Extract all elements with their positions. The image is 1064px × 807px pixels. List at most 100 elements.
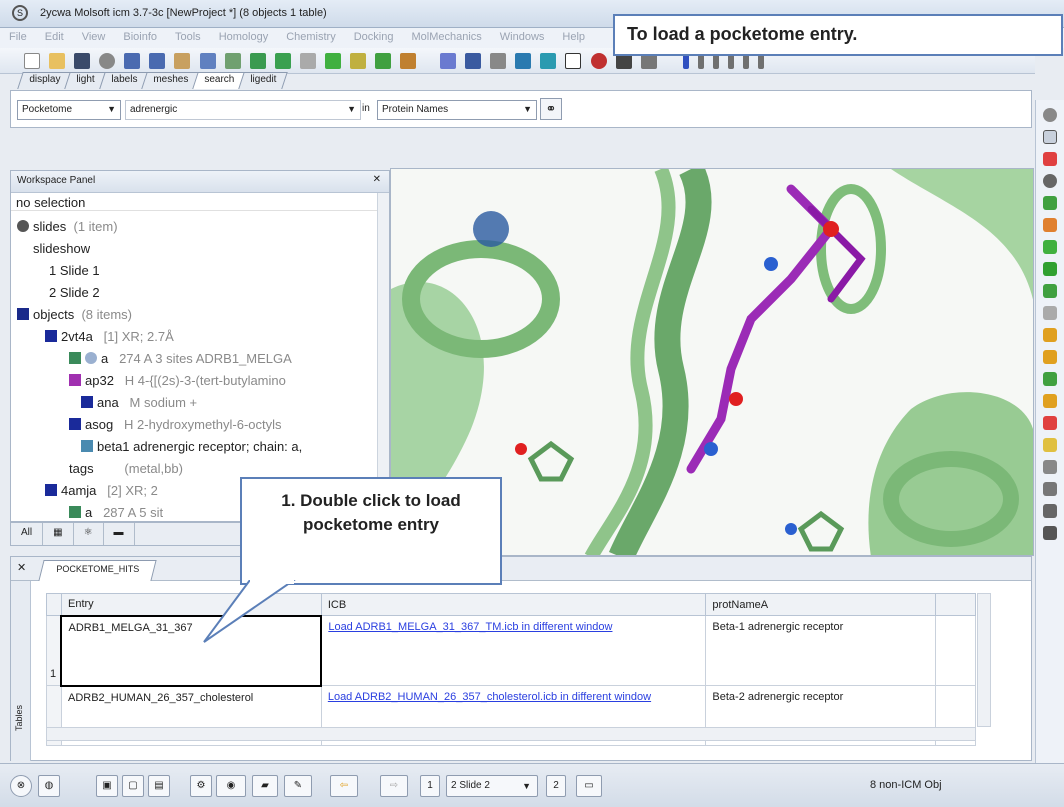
record-icon[interactable] (590, 53, 607, 69)
tree-slides[interactable]: slides (1 item) (17, 219, 118, 234)
settings-icon[interactable] (99, 53, 116, 69)
video-icon[interactable]: ▰ (252, 775, 278, 797)
menu-docking[interactable]: Docking (345, 28, 403, 46)
undo-icon[interactable] (124, 53, 141, 69)
compare-icon[interactable] (400, 53, 416, 69)
load-icb-link[interactable]: Load ADRB1_MELGA_31_367_TM.icb in differ… (328, 621, 612, 633)
table-icon[interactable]: ▤ (148, 775, 170, 797)
move-icon[interactable] (1043, 152, 1057, 166)
tree-chain-a-2[interactable]: a 287 A 5 sit (69, 505, 163, 520)
menu-chemistry[interactable]: Chemistry (277, 28, 345, 46)
r-icon[interactable] (299, 53, 316, 69)
screen-icon[interactable] (465, 53, 482, 69)
find-icon[interactable] (174, 53, 191, 69)
hand-icon[interactable] (1043, 526, 1057, 540)
new-file-icon[interactable] (24, 53, 41, 69)
search-input[interactable]: adrenergic ▼ (125, 100, 361, 120)
tree-slide-2[interactable]: 2 Slide 2 (49, 285, 100, 300)
tool-icon[interactable] (1043, 460, 1057, 474)
close-icon[interactable]: ✕ (17, 561, 26, 574)
slide-prev-button[interactable]: 1 (420, 775, 440, 797)
color-icon[interactable] (1043, 218, 1057, 232)
close-icon[interactable]: ✕ (373, 174, 381, 185)
slide-select[interactable]: 2 Slide 2 ▼ (446, 775, 538, 797)
clash-icon[interactable] (1043, 416, 1057, 430)
column-header-icb[interactable]: ICB (320, 593, 707, 616)
table-icon[interactable] (515, 53, 532, 69)
menu-view[interactable]: View (73, 28, 115, 46)
tree-object-4amja[interactable]: 4amja [2] XR; 2 (45, 483, 158, 498)
glasses-icon[interactable] (490, 53, 507, 69)
angle-icon[interactable] (1043, 350, 1057, 364)
lock-icon[interactable] (1043, 438, 1057, 452)
tree-objects[interactable]: objects (8 items) (17, 307, 132, 322)
tab-tables-icon[interactable]: ▦ (43, 523, 74, 545)
slide-next-button[interactable]: 2 (546, 775, 566, 797)
sort-icon[interactable] (1043, 482, 1057, 496)
chain-icon[interactable] (349, 53, 366, 69)
tree-metal-ana[interactable]: ana M sodium + (81, 395, 197, 410)
filter-icon[interactable] (1043, 504, 1057, 518)
torsion-icon[interactable] (1043, 372, 1057, 386)
surface-icon[interactable] (1043, 262, 1057, 276)
menu-bioinfo[interactable]: Bioinfo (114, 28, 166, 46)
redo-icon[interactable] (149, 53, 166, 69)
camera-icon[interactable]: ◉ (216, 775, 246, 797)
fbg-icon[interactable] (440, 53, 457, 69)
pen-icon[interactable]: ✎ (284, 775, 312, 797)
tree-description[interactable]: beta1 adrenergic receptor; chain: a, (81, 439, 375, 454)
save-icon[interactable] (74, 53, 91, 69)
gear-icon[interactable] (1043, 108, 1057, 122)
horizontal-scrollbar[interactable] (46, 727, 976, 741)
zoom-molecule-icon[interactable] (274, 53, 291, 69)
stop-icon[interactable]: ⊗ (10, 775, 32, 797)
presentation-icon[interactable]: ▭ (576, 775, 602, 797)
link2-icon[interactable] (374, 53, 391, 69)
tab-ligedit[interactable]: ligedit (237, 72, 288, 89)
arrow-left-icon[interactable]: ⇦ (330, 775, 358, 797)
tab-search[interactable]: search (191, 72, 246, 89)
layout-icon[interactable]: ▣ (96, 775, 118, 797)
tab-other-icon[interactable]: ▬ (104, 523, 135, 545)
menu-molmechanics[interactable]: MolMechanics (402, 28, 490, 46)
menu-edit[interactable]: Edit (36, 28, 73, 46)
tree-ligand-asog[interactable]: asog H 2-hydroxymethyl-6-octyls (69, 417, 375, 432)
arrow-right-icon[interactable]: ⇨ (380, 775, 408, 797)
hbond-icon[interactable] (1043, 394, 1057, 408)
search-source-select[interactable]: Pocketome ▼ (17, 100, 121, 120)
window-icon[interactable]: ▢ (122, 775, 144, 797)
grid-icon[interactable] (224, 53, 241, 69)
menu-tools[interactable]: Tools (166, 28, 210, 46)
mesh-icon[interactable] (1043, 284, 1057, 298)
settings-icon[interactable]: ⚙ (190, 775, 212, 797)
open-folder-icon[interactable] (49, 53, 66, 69)
table-row[interactable]: 1 ADRB1_MELGA_31_367 Load ADRB1_MELGA_31… (46, 614, 976, 687)
binoculars-search-button[interactable]: ⚭ (540, 98, 562, 120)
menu-help[interactable]: Help (553, 28, 594, 46)
menu-file[interactable]: File (0, 28, 36, 46)
tab-meshes[interactable]: meshes (140, 72, 200, 89)
zoom-icon[interactable] (1043, 174, 1057, 188)
column-header-protname[interactable]: protNameA (705, 593, 937, 616)
tree-chain-a[interactable]: a 274 A 3 sites ADRB1_MELGA (69, 351, 375, 366)
search-icon[interactable] (199, 53, 216, 69)
globe-icon[interactable]: ◍ (38, 775, 60, 797)
tree-object-2vt4a[interactable]: 2vt4a [1] XR; 2.7Å (45, 329, 174, 344)
menu-homology[interactable]: Homology (210, 28, 278, 46)
tab-display[interactable]: display (17, 72, 72, 89)
tab-all[interactable]: All (11, 523, 44, 545)
tree-tags[interactable]: tags (metal,bb) (69, 461, 183, 476)
ribbon-icon[interactable] (1043, 240, 1057, 254)
tab-molecules-icon[interactable]: ⚛ (74, 523, 104, 545)
menu-windows[interactable]: Windows (491, 28, 554, 46)
tree-slide-1[interactable]: 1 Slide 1 (49, 263, 100, 278)
frame-icon[interactable] (540, 53, 557, 69)
search-field-select[interactable]: Protein Names ▼ (377, 100, 537, 120)
molecule-icon[interactable] (249, 53, 266, 69)
tree-slideshow[interactable]: slideshow (33, 241, 90, 256)
label-icon[interactable] (1043, 306, 1057, 320)
load-icb-link[interactable]: Load ADRB2_HUMAN_26_357_cholesterol.icb … (328, 691, 651, 703)
link-icon[interactable] (324, 53, 341, 69)
tree-ligand-ap32[interactable]: ap32 H 4-{[(2s)-3-(tert-butylamino (69, 373, 375, 388)
distance-icon[interactable] (1043, 328, 1057, 342)
